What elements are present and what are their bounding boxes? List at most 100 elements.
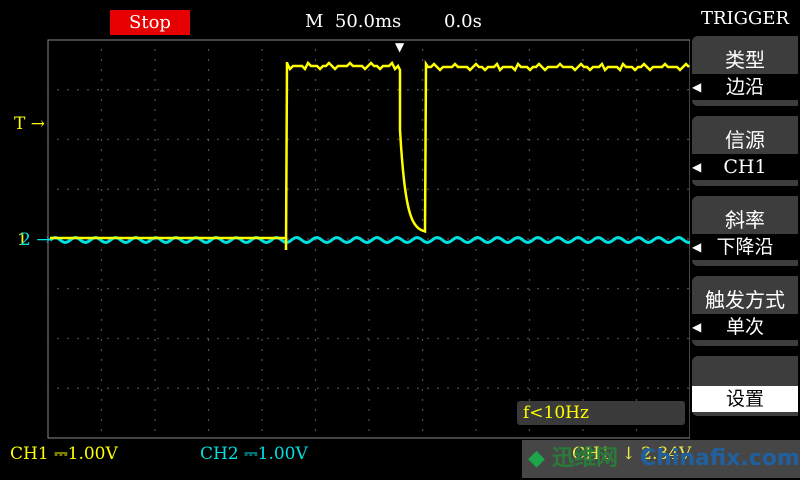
grid-dot (427, 288, 429, 290)
grid-dot (421, 199, 424, 201)
grid-dot (337, 387, 339, 389)
grid-dot (567, 288, 569, 290)
setup-button[interactable]: 设置 (692, 386, 798, 412)
grid-dot (507, 89, 509, 91)
grid-dot (635, 269, 638, 271)
grid-dot (227, 138, 229, 141)
grid-dot (357, 337, 359, 340)
grid-dot (497, 188, 499, 190)
grid-dot (314, 329, 317, 331)
grid-dot (477, 188, 479, 190)
grid-dot (314, 309, 317, 311)
grid-dot (421, 279, 424, 281)
grid-dot (314, 289, 317, 291)
grid-dot (635, 119, 638, 121)
grid-dot (475, 389, 477, 391)
marker-arrow-icon: → (36, 230, 51, 250)
grid-dot (127, 387, 129, 389)
grid-dot (267, 288, 269, 290)
grid-dot (587, 337, 589, 340)
grid-dot (667, 138, 669, 141)
grid-dot (97, 188, 99, 190)
grid-dot (314, 299, 317, 301)
grid-dot (297, 188, 299, 190)
grid-dot (368, 379, 370, 381)
grid-dot (417, 337, 419, 340)
grid-dot (587, 188, 589, 190)
menu-item-source[interactable]: 信源 CH1 ◀ (692, 116, 798, 186)
grid-dot (261, 199, 263, 201)
grid-dot (597, 89, 599, 91)
grid-dot (635, 279, 638, 281)
grid-dot (477, 89, 479, 91)
grid-dot (528, 139, 531, 141)
grid-dot (421, 389, 424, 391)
grid-dot (154, 99, 156, 101)
grid-dot (637, 337, 639, 340)
grid-dot (100, 69, 103, 71)
grid-dot (635, 169, 638, 171)
grid-dot (77, 89, 79, 91)
grid-dot (337, 138, 339, 141)
grid-dot (257, 387, 259, 389)
grid-dot (627, 188, 629, 190)
grid-dot (100, 319, 103, 321)
run-status-badge[interactable]: Stop (110, 10, 190, 35)
grid-dot (587, 288, 589, 290)
menu-item-slope[interactable]: 斜率 下降沿 ◀ (692, 196, 798, 266)
grid-dot (368, 169, 370, 171)
grid-dot (635, 179, 638, 181)
grid-dot (477, 337, 479, 340)
grid-dot (497, 138, 499, 141)
grid-dot (547, 188, 549, 190)
grid-dot (635, 149, 638, 151)
grid-dot (117, 337, 119, 340)
menu-item-type[interactable]: 类型 边沿 ◀ (692, 36, 798, 106)
grid-dot (507, 337, 509, 340)
grid-dot (528, 269, 531, 271)
grid-dot (100, 399, 103, 401)
down-arrow-icon: ▼ (395, 40, 405, 54)
grid-dot (407, 337, 409, 340)
grid-dot (617, 288, 619, 290)
grid-dot (657, 138, 659, 141)
grid-dot (100, 269, 103, 271)
grid-dot (557, 337, 559, 340)
grid-dot (528, 339, 531, 341)
grid-dot (368, 289, 370, 291)
grid-dot (207, 149, 210, 151)
grid-dot (100, 369, 103, 371)
grid-dot (307, 288, 309, 290)
grid-dot (100, 249, 103, 251)
grid-dot (577, 387, 579, 389)
grid-dot (67, 288, 69, 290)
grid-dot (617, 89, 619, 91)
grid-dot (475, 149, 477, 151)
grid-dot (597, 138, 599, 141)
grid-dot (635, 219, 638, 221)
grid-dot (154, 359, 156, 361)
grid-dot (261, 399, 263, 401)
grid-dot (557, 288, 559, 290)
grid-dot (517, 288, 519, 290)
grid-dot (317, 387, 319, 389)
grid-dot (475, 369, 477, 371)
grid-dot (421, 89, 424, 91)
grid-dot (368, 419, 370, 421)
grid-dot (317, 288, 319, 290)
grid-dot (337, 188, 339, 190)
grid-dot (528, 279, 531, 281)
grid-dot (154, 119, 156, 121)
grid-dot (467, 387, 469, 389)
ch2-scale-label: CH2 ⎓1.00V (200, 444, 308, 464)
grid-dot (407, 89, 409, 91)
grid-dot (528, 79, 531, 81)
menu-item-mode[interactable]: 触发方式 单次 ◀ (692, 276, 798, 346)
grid-dot (475, 69, 477, 71)
grid-dot (517, 337, 519, 340)
grid-dot (317, 188, 319, 190)
ch2-volts-per-div: 1.00V (257, 444, 308, 464)
grid-dot (528, 129, 531, 131)
grid-dot (687, 138, 689, 141)
grid-dot (587, 138, 589, 141)
